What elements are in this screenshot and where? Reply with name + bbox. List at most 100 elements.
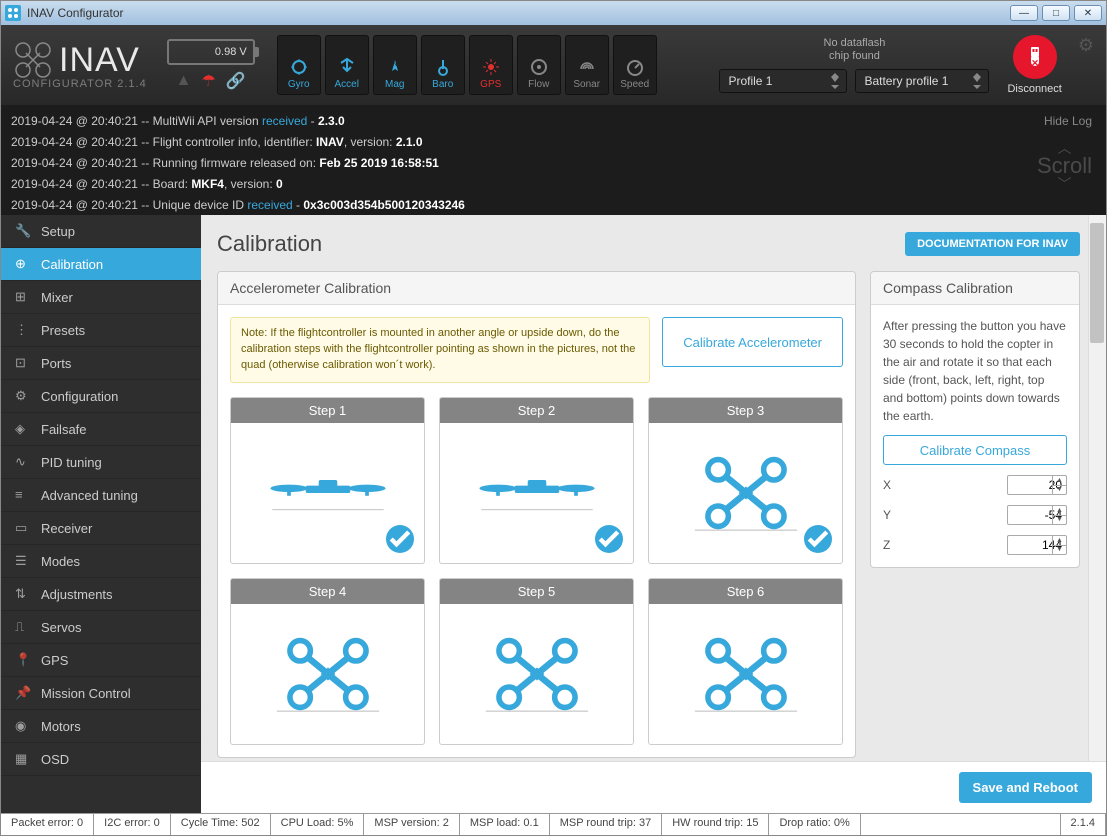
sidebar-item-label: Receiver: [41, 521, 92, 536]
sidebar-item-label: Advanced tuning: [41, 488, 138, 503]
link-icon: 🔗: [226, 71, 246, 91]
logo-text: INAV: [59, 41, 140, 80]
sidebar-item-mission[interactable]: 📌Mission Control: [1, 677, 201, 710]
sidebar-item-setup[interactable]: 🔧Setup: [1, 215, 201, 248]
sensor-gyro[interactable]: Gyro: [277, 35, 321, 95]
sidebar-item-failsafe[interactable]: ◈Failsafe: [1, 413, 201, 446]
sidebar-item-mixer[interactable]: ⊞ Mixer: [1, 281, 201, 314]
sidebar-item-adv[interactable]: ≡ Advanced tuning: [1, 479, 201, 512]
logo-subtitle: CONFIGURATOR 2.1.4: [13, 78, 147, 90]
osd-icon: ▦: [15, 751, 31, 767]
status-packet: Packet error: 0: [1, 814, 94, 835]
sidebar-item-osd[interactable]: ▦ OSD: [1, 743, 201, 776]
compass-instructions: After pressing the button you have 30 se…: [883, 317, 1067, 425]
sidebar-item-servos[interactable]: ⎍ Servos: [1, 611, 201, 644]
usb-disconnect-icon: ✕: [1023, 45, 1047, 69]
check-icon: [595, 525, 623, 553]
sidebar-item-motors[interactable]: ◉Motors: [1, 710, 201, 743]
sidebar-item-label: OSD: [41, 752, 69, 767]
modes-icon: ☰: [15, 553, 31, 569]
status-mspv: MSP version: 2: [364, 814, 459, 835]
step-header: Step 5: [440, 579, 633, 604]
sensor-sonar[interactable]: Sonar: [565, 35, 609, 95]
minimize-button[interactable]: —: [1010, 5, 1038, 21]
sidebar-item-label: Servos: [41, 620, 81, 635]
page-title: Calibration: [217, 231, 322, 257]
sidebar-item-ports[interactable]: ⊡Ports: [1, 347, 201, 380]
compass-panel-header: Compass Calibration: [871, 272, 1079, 305]
sensor-gps[interactable]: GPS: [469, 35, 513, 95]
battery-profile-select[interactable]: Battery profile 1: [855, 69, 989, 93]
window-titlebar: INAV Configurator — □ ✕: [1, 1, 1106, 25]
sidebar-item-label: Modes: [41, 554, 80, 569]
sidebar-item-calibration[interactable]: ⊕ Calibration: [1, 248, 201, 281]
check-icon: [804, 525, 832, 553]
sidebar-item-adjustments[interactable]: ⇅Adjustments: [1, 578, 201, 611]
sidebar-item-configuration[interactable]: ⚙ Configuration: [1, 380, 201, 413]
step-6: Step 6: [648, 578, 843, 745]
axis-z-label: Z: [883, 538, 890, 552]
sidebar-item-modes[interactable]: ☰ Modes: [1, 545, 201, 578]
close-button[interactable]: ✕: [1074, 5, 1102, 21]
sidebar-item-label: Configuration: [41, 389, 118, 404]
hide-log-link[interactable]: Hide Log: [1044, 111, 1092, 132]
axis-x-label: X: [883, 478, 891, 492]
mission-icon: 📌: [15, 685, 31, 701]
log-line: 2019-04-24 @ 20:40:21 -- Running firmwar…: [11, 153, 1096, 174]
ports-icon: ⊡: [15, 355, 31, 371]
servos-icon: ⎍: [15, 619, 31, 635]
maximize-button[interactable]: □: [1042, 5, 1070, 21]
disconnect-button[interactable]: ✕: [1013, 35, 1057, 79]
gps-icon: 📍: [15, 652, 31, 668]
status-cycle: Cycle Time: 502: [171, 814, 271, 835]
propeller-icon: [13, 40, 53, 80]
battery-indicator: 0.98 V: [167, 39, 255, 65]
sensor-speed[interactable]: Speed: [613, 35, 657, 95]
logo: INAV CONFIGURATOR 2.1.4: [13, 40, 147, 90]
step-header: Step 2: [440, 398, 633, 423]
status-msprt: MSP round trip: 37: [550, 814, 663, 835]
calibration-note: Note: If the flightcontroller is mounted…: [230, 317, 650, 383]
step-4: Step 4: [230, 578, 425, 745]
sidebar-item-label: PID tuning: [41, 455, 102, 470]
failsafe-icon: ◈: [15, 421, 31, 437]
sidebar-item-label: Mixer: [41, 290, 73, 305]
calibrate-accel-button[interactable]: Calibrate Accelerometer: [662, 317, 843, 367]
header-bar: INAV CONFIGURATOR 2.1.4 0.98 V ▲ ☂ 🔗 Gyr…: [1, 25, 1106, 105]
sidebar-item-label: GPS: [41, 653, 68, 668]
sidebar-item-receiver[interactable]: ▭Receiver: [1, 512, 201, 545]
sensor-mag[interactable]: NMag: [373, 35, 417, 95]
sidebar-item-gps[interactable]: 📍 GPS: [1, 644, 201, 677]
mixer-icon: ⊞: [15, 289, 31, 305]
sidebar-item-label: Presets: [41, 323, 85, 338]
check-icon: [386, 525, 414, 553]
status-bar: Packet error: 0 I2C error: 0 Cycle Time:…: [1, 813, 1106, 835]
profile-select[interactable]: Profile 1: [719, 69, 847, 93]
step-3: Step 3: [648, 397, 843, 564]
log-scroll-control[interactable]: ︿Scroll﹀: [1037, 141, 1092, 191]
svg-text:N: N: [392, 61, 397, 68]
save-reboot-button[interactable]: Save and Reboot: [959, 772, 1092, 803]
sensor-flow[interactable]: Flow: [517, 35, 561, 95]
step-1: Step 1: [230, 397, 425, 564]
sensor-baro[interactable]: Baro: [421, 35, 465, 95]
adv-icon: ≡: [15, 487, 31, 503]
sidebar-item-pid[interactable]: ∿PID tuning: [1, 446, 201, 479]
presets-icon: ⋮: [15, 322, 31, 338]
motors-icon: ◉: [15, 718, 31, 734]
step-2: Step 2: [439, 397, 634, 564]
sidebar-item-label: Adjustments: [41, 587, 113, 602]
settings-gear-icon[interactable]: ⚙: [1078, 35, 1094, 56]
calibration-icon: ⊕: [15, 256, 31, 272]
sidebar-item-presets[interactable]: ⋮ Presets: [1, 314, 201, 347]
step-header: Step 6: [649, 579, 842, 604]
parachute-icon: ☂: [202, 71, 216, 91]
documentation-button[interactable]: DOCUMENTATION FOR INAV: [905, 232, 1080, 256]
sensor-accel[interactable]: Accel: [325, 35, 369, 95]
configuration-icon: ⚙: [15, 388, 31, 404]
calibrate-compass-button[interactable]: Calibrate Compass: [883, 435, 1067, 465]
sidebar-item-label: Calibration: [41, 257, 103, 272]
status-i2c: I2C error: 0: [94, 814, 171, 835]
compass-panel: Compass Calibration After pressing the b…: [870, 271, 1080, 568]
log-line: 2019-04-24 @ 20:40:21 -- MultiWii API ve…: [11, 111, 1096, 132]
